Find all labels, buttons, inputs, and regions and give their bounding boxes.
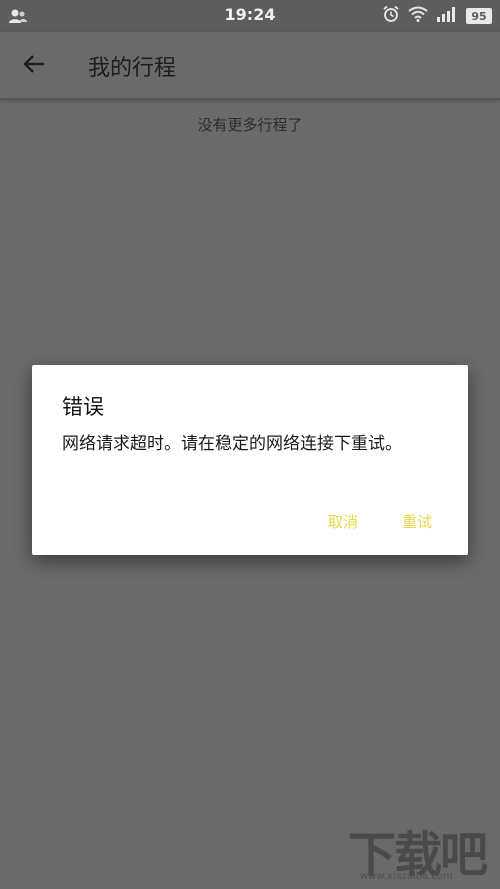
cancel-button[interactable]: 取消 [328, 511, 358, 532]
watermark-logo: 下载吧 www.xiazaiba.com [348, 815, 488, 885]
dialog-message: 网络请求超时。请在稳定的网络连接下重试。 [62, 434, 402, 454]
back-arrow-icon [23, 54, 45, 78]
retry-button[interactable]: 重试 [402, 511, 432, 532]
page-title: 我的行程 [88, 56, 177, 81]
dialog-title: 错误 [62, 395, 104, 419]
error-dialog: 错误 网络请求超时。请在稳定的网络连接下重试。 取消 重试 [32, 365, 468, 555]
battery-indicator: 95 [466, 8, 492, 24]
dialog-actions: 取消 重试 [328, 511, 432, 532]
signal-icon [436, 6, 458, 26]
wifi-icon [408, 6, 428, 26]
back-button[interactable] [16, 48, 52, 84]
status-icons: 95 [382, 5, 492, 27]
screen: 19:24 95 我的行程 没有更多行程了 错误 网络请求超时。请在稳定的网络连… [0, 0, 500, 889]
app-bar: 我的行程 [0, 32, 500, 100]
watermark-url: www.xiazaiba.com [360, 871, 453, 882]
alarm-icon [382, 5, 400, 27]
status-bar: 19:24 95 [0, 0, 500, 32]
empty-list-message: 没有更多行程了 [197, 116, 303, 134]
